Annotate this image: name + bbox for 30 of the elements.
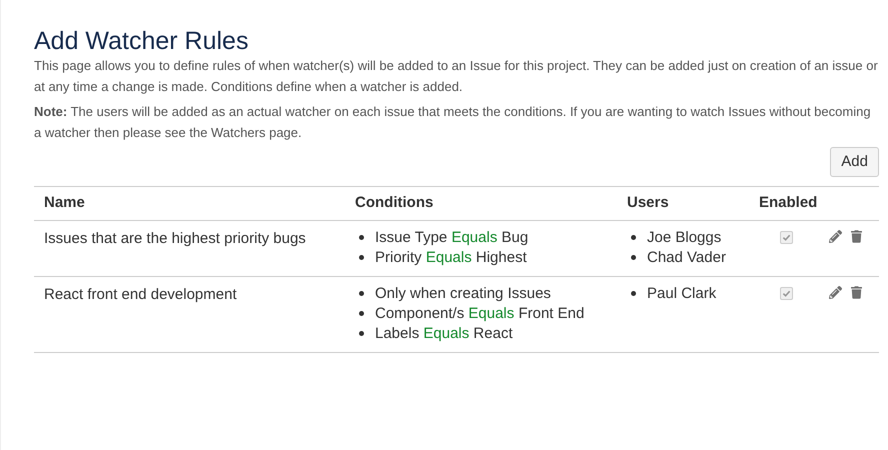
condition-text: Priority Equals Highest	[375, 248, 527, 268]
bullet-icon	[631, 290, 636, 296]
page-description: This page allows you to define rules of when watcher(s) will be added to an Issue for this project. They can be added just on creation of an issue or at any time a change is made. Conditions define when a watcher is added.	[34, 57, 879, 96]
column-header: Enabled	[759, 194, 818, 212]
bullet-icon	[631, 234, 636, 240]
user-name: Paul Clark	[647, 284, 716, 304]
bullet-icon	[359, 310, 364, 316]
user-name: Joe Bloggs	[647, 228, 722, 248]
column-header: Name	[44, 194, 85, 212]
column-header: Conditions	[355, 194, 434, 212]
rule-name: Issues that are the highest priority bugs	[44, 230, 306, 247]
column-header: Users	[627, 194, 669, 212]
condition-text: Only when creating Issues	[375, 284, 551, 304]
page-title: Add Watcher Rules	[34, 26, 250, 56]
user-name: Chad Vader	[647, 248, 726, 268]
bullet-icon	[359, 234, 364, 240]
edit-icon[interactable]	[829, 286, 842, 299]
condition-text: Issue Type Equals Bug	[375, 228, 528, 248]
edit-icon[interactable]	[829, 230, 842, 243]
condition-text: Component/s Equals Front End	[375, 304, 584, 324]
rule-name: React front end development	[44, 286, 237, 303]
delete-icon[interactable]	[851, 286, 862, 299]
note-text: Note: The users will be added as an actual watcher on each issue that meets the conditions. If you are wanting to watch Issues without becoming a watcher then please see the Watchers page.	[34, 103, 872, 142]
bullet-icon	[359, 330, 364, 336]
add-button[interactable]: Add	[830, 147, 879, 177]
condition-text: Labels Equals React	[375, 324, 513, 344]
bullet-icon	[359, 254, 364, 260]
bullet-icon	[631, 254, 636, 260]
delete-icon[interactable]	[851, 230, 862, 243]
bullet-icon	[359, 290, 364, 296]
